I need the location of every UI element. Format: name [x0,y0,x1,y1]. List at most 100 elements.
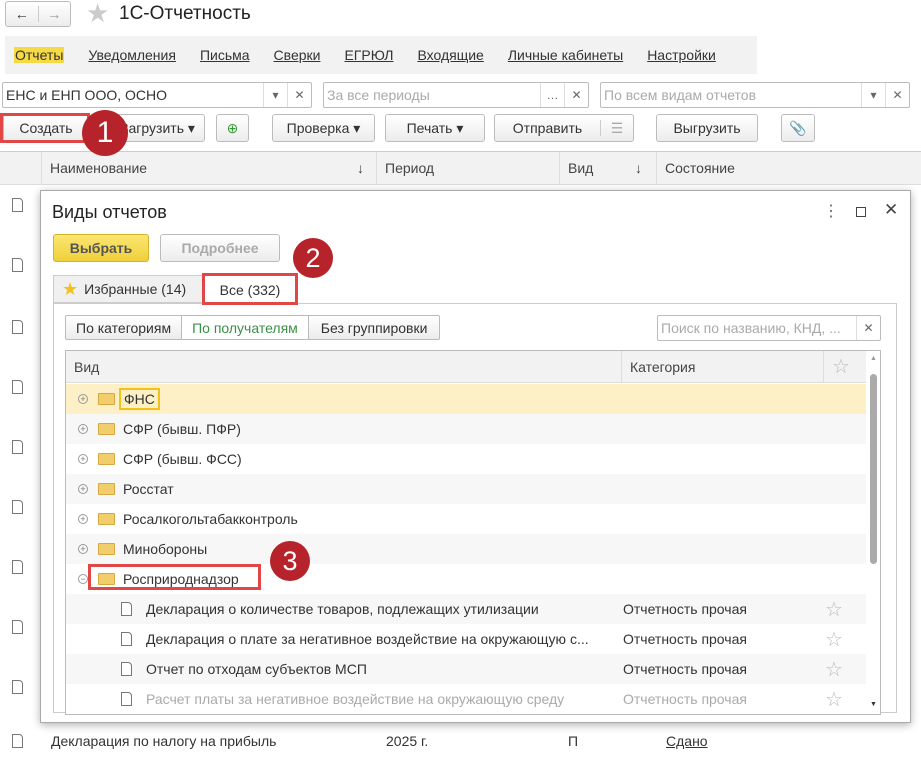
column-name-label: Наименование [50,160,148,176]
send-button[interactable]: Отправить ☰ [494,114,634,142]
group-label: Росалкогольтабакконтроль [123,511,298,527]
column-favorite[interactable]: ☆ [824,351,862,382]
menu-reports[interactable]: Отчеты [14,47,65,63]
expand-icon[interactable]: + [78,424,88,434]
details-button[interactable]: Подробнее [160,234,280,262]
period-field[interactable]: За все периоды … ✕ [323,82,589,108]
column-kind-label: Вид [568,160,594,176]
document-icon [12,258,23,272]
expand-icon[interactable]: + [78,514,88,524]
group-row[interactable]: + Минобороны [66,534,866,564]
check-label: Проверка [286,120,350,136]
column-status[interactable]: Состояние [657,152,921,184]
report-row[interactable]: Отчет по отходам субъектов МСП Отчетност… [66,654,866,684]
report-category: Отчетность прочая [623,631,747,647]
document-icon [12,680,23,694]
group-by-recipient[interactable]: По получателям [182,316,309,339]
organization-value: ЕНС и ЕНП ООО, ОСНО [6,87,168,103]
column-period[interactable]: Период [377,152,560,184]
column-name[interactable]: Наименование ↓ [42,152,377,184]
clear-icon[interactable]: ✕ [564,83,588,107]
expand-icon[interactable]: + [78,544,88,554]
scroll-thumb[interactable] [870,374,877,564]
group-row[interactable]: + СФР (бывш. ПФР) [66,414,866,444]
search-input[interactable]: Поиск по названию, КНД, ... ✕ [657,315,881,341]
star-outline-icon[interactable]: ☆ [825,597,843,622]
menu-settings[interactable]: Настройки [647,47,716,63]
menu-incoming[interactable]: Входящие [417,47,483,63]
menu-cabinets[interactable]: Личные кабинеты [508,47,623,63]
new-document-button[interactable]: ⊕ [216,114,249,142]
more-icon[interactable]: ⋮ [823,201,839,221]
document-icon [12,380,23,394]
menu-egrul[interactable]: ЕГРЮЛ [344,47,393,63]
report-kind-field[interactable]: По всем видам отчетов ▾ ✕ [600,82,910,108]
table-row[interactable]: Декларация по налогу на прибыль 2025 г. … [0,730,921,752]
group-row[interactable]: + СФР (бывш. ФСС) [66,444,866,474]
no-grouping[interactable]: Без группировки [309,316,440,339]
clear-icon[interactable]: ✕ [287,83,311,107]
column-category[interactable]: Категория [622,351,824,382]
folder-icon [98,513,115,525]
report-row[interactable]: Декларация о количестве товаров, подлежа… [66,594,866,624]
document-icon [121,692,132,706]
report-name: Отчет по отходам субъектов МСП [146,661,367,677]
menu-notifications[interactable]: Уведомления [88,47,176,63]
folder-icon [98,483,115,495]
group-row[interactable]: + Росстат [66,474,866,504]
folder-icon [98,393,115,405]
scroll-down-icon[interactable]: ▼ [870,701,877,708]
sort-down-icon: ↓ [357,160,364,176]
grid-header: Вид Категория ☆ [66,351,866,383]
document-icon [12,320,23,334]
menu-letters[interactable]: Письма [200,47,250,63]
reports-table-header: Наименование ↓ Период Вид ↓ Состояние [0,151,921,185]
ellipsis-icon[interactable]: … [540,83,564,107]
back-button[interactable]: ← [6,6,39,22]
nav-buttons: ← → [5,1,71,27]
star-outline-icon[interactable]: ☆ [825,627,843,652]
select-button[interactable]: Выбрать [53,234,149,262]
report-category: Отчетность прочая [623,691,747,707]
star-outline-icon: ☆ [832,356,850,378]
clear-icon[interactable]: ✕ [856,316,880,340]
tab-favorites[interactable]: ★ Избранные (14) [53,275,203,303]
export-button[interactable]: Выгрузить [656,114,758,142]
print-label: Печать [406,120,453,136]
column-kind[interactable]: Вид ↓ [560,152,657,184]
dropdown-icon[interactable]: ▾ [861,83,885,107]
expand-icon[interactable]: + [78,484,88,494]
clear-icon[interactable]: ✕ [885,83,909,107]
column-kind[interactable]: Вид [66,351,622,382]
organization-field[interactable]: ЕНС и ЕНП ООО, ОСНО ▾ ✕ [2,82,312,108]
scrollbar[interactable]: ▲ ▼ [866,351,880,714]
group-label: СФР (бывш. ПФР) [123,421,241,437]
attach-button[interactable]: 📎 [781,114,815,142]
expand-icon[interactable]: + [78,394,88,404]
add-document-icon: ⊕ [226,119,239,136]
report-category: Отчетность прочая [623,661,747,677]
group-row[interactable]: + ФНС [66,384,866,414]
row-status[interactable]: Сдано [666,733,708,749]
maximize-icon[interactable] [856,207,866,217]
collapse-icon[interactable]: − [78,574,88,584]
list-icon[interactable]: ☰ [601,120,633,137]
forward-button[interactable]: → [39,6,71,22]
dropdown-icon[interactable]: ▾ [263,83,287,107]
group-by-category[interactable]: По категориям [66,316,183,339]
print-button[interactable]: Печать ▾ [385,114,485,142]
scroll-up-icon[interactable]: ▲ [870,355,877,362]
star-outline-icon[interactable]: ☆ [825,657,843,682]
close-icon[interactable]: ✕ [884,200,898,220]
kind-placeholder: По всем видам отчетов [604,87,757,103]
check-button[interactable]: Проверка ▾ [272,114,375,142]
favorite-star-icon[interactable]: ★ [86,0,109,29]
report-row[interactable]: Расчет платы за негативное воздействие н… [66,684,866,714]
menu-reconciliations[interactable]: Сверки [274,47,321,63]
group-label: СФР (бывш. ФСС) [123,451,242,467]
expand-icon[interactable]: + [78,454,88,464]
report-row[interactable]: Декларация о плате за негативное воздейс… [66,624,866,654]
star-outline-icon[interactable]: ☆ [825,687,843,712]
document-icon [121,602,132,616]
group-row[interactable]: + Росалкогольтабакконтроль [66,504,866,534]
